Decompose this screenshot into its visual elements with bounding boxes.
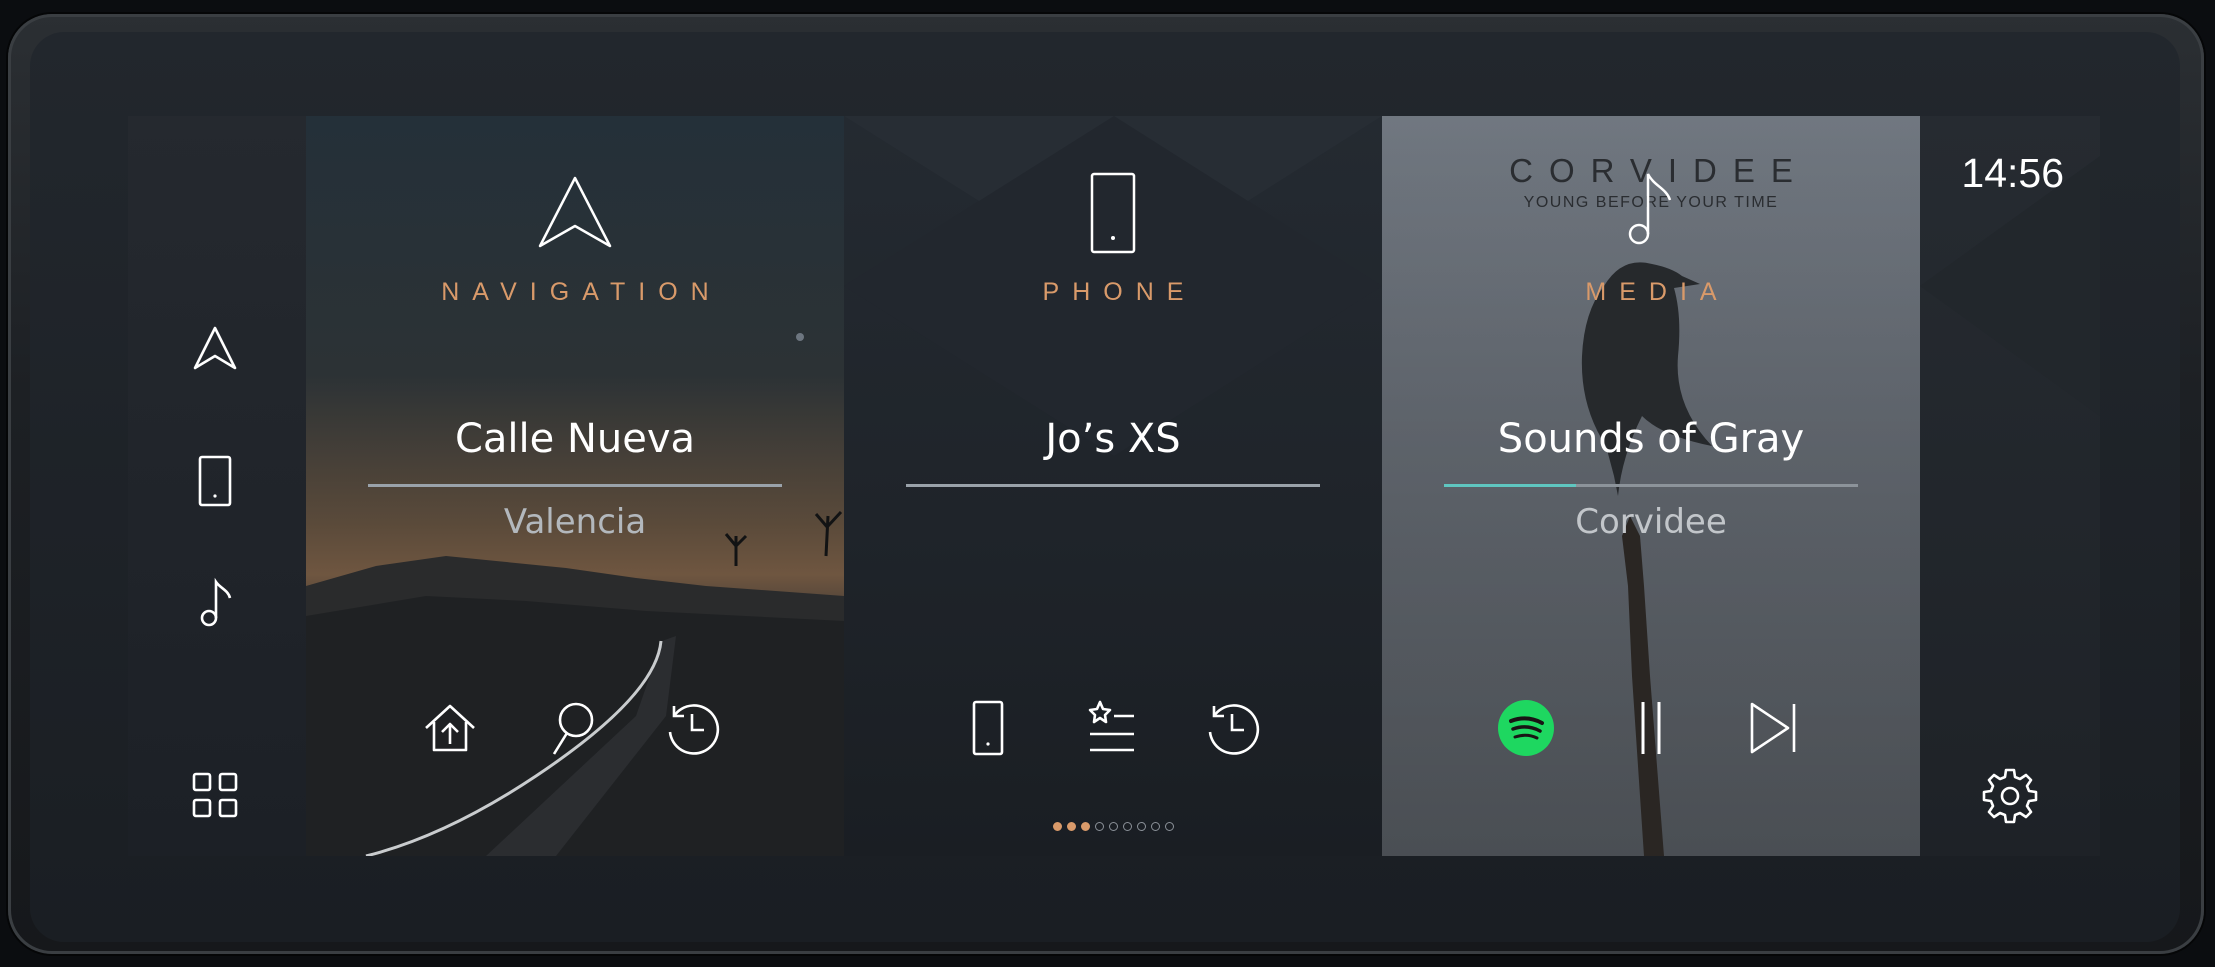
phone-divider [906,484,1320,487]
phone-title-icon [1068,168,1158,258]
rail-apps-grid-icon[interactable] [188,768,242,822]
pause-icon [1641,702,1661,754]
history-icon [668,704,720,755]
phone-panel[interactable]: PHONE Jo’s XS [844,116,1382,856]
home-button[interactable] [418,696,482,760]
page-dot[interactable] [1052,822,1062,831]
media-panel[interactable]: CORVIDEE YOUNG BEFORE YOUR TIME MEDIA So… [1382,116,1920,856]
search-button[interactable] [540,696,604,760]
page-dot[interactable] [1108,822,1118,831]
navigation-panel[interactable]: NAVIGATION Calle Nueva Valencia [306,116,844,856]
media-progress-fill [1444,484,1576,487]
phone-device-name: Jo’s XS [1045,416,1181,462]
left-rail [128,116,306,856]
media-label: MEDIA [1585,278,1730,306]
infotainment-screen: NAVIGATION Calle Nueva Valencia PHONE Jo… [128,116,2100,856]
right-column: 14:56 [1920,116,2100,856]
gear-icon [1982,768,2038,824]
phone-label: PHONE [1042,278,1197,306]
phone-history-button[interactable] [1200,696,1264,760]
page-dot[interactable] [1164,822,1174,831]
media-track-title: Sounds of Gray [1497,416,1805,462]
skip-next-icon [1750,702,1796,754]
history-icon [1208,704,1260,755]
skip-next-button[interactable] [1742,696,1806,760]
navigation-label: NAVIGATION [441,278,722,306]
rail-navigation-icon[interactable] [188,322,242,376]
page-dot[interactable] [1150,822,1160,831]
home-icon [425,704,475,752]
phone-actions [844,696,1382,776]
page-dot[interactable] [1122,822,1132,831]
page-dot[interactable] [1094,822,1104,831]
navigation-history-button[interactable] [660,696,724,760]
favorites-icon [1088,700,1134,752]
navigation-title-icon [530,168,620,258]
navigation-divider [368,484,782,487]
rail-phone-icon[interactable] [188,454,242,508]
navigation-city: Valencia [503,502,647,542]
clock: 14:56 [1961,150,2064,196]
page-dot[interactable] [1136,822,1146,831]
page-indicator [844,816,1382,835]
page-dot[interactable] [1080,822,1090,831]
media-actions [1382,696,1920,776]
spotify-icon [1498,700,1554,756]
page-dot[interactable] [1066,822,1076,831]
phone-button[interactable] [956,696,1020,760]
media-title-icon [1606,164,1696,254]
favorites-button[interactable] [1080,696,1144,760]
phone-icon [972,700,1004,756]
rail-music-icon[interactable] [188,576,242,630]
navigation-street: Calle Nueva [454,416,696,462]
spotify-source-button[interactable] [1494,696,1558,760]
pause-button[interactable] [1619,696,1683,760]
search-icon [552,702,594,755]
media-artist: Corvidee [1575,502,1727,542]
navigation-actions [306,696,844,776]
settings-button[interactable] [1980,766,2040,826]
